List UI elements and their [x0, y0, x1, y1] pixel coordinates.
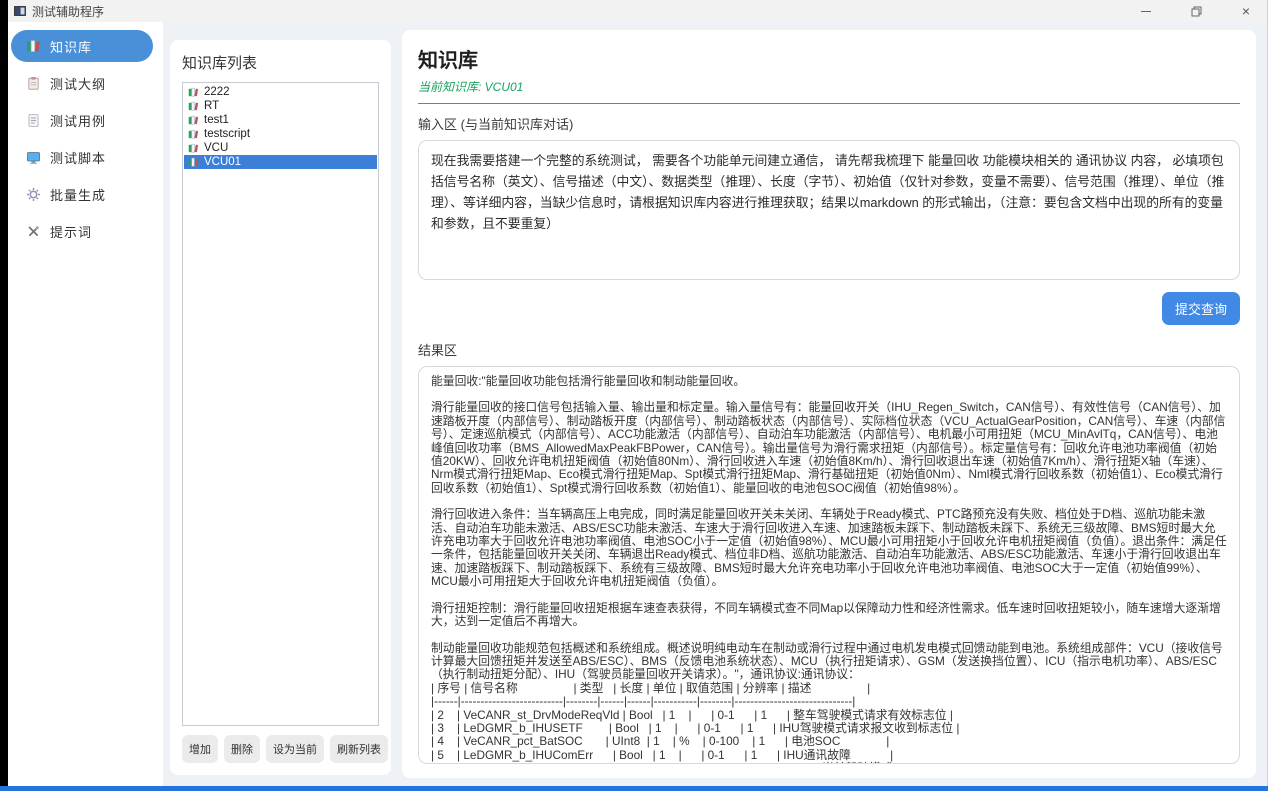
result-paragraph: 制动能量回收功能规范包括概述和系统组成。概述说明纯电动车在制动或滑行过程中通过电… — [431, 642, 1227, 682]
result-paragraph: 滑行扭矩控制：滑行能量回收扭矩根据车速查表获得，不同车辆模式查不同Map以保障动… — [431, 602, 1227, 629]
result-paragraph: 滑行回收进入条件：当车辆高压上电完成，同时满足能量回收开关未关闭、车辆处于Rea… — [431, 508, 1227, 588]
table-line: | 序号 | 信号名称 | 类型 | 长度 | 单位 | 取值范围 | 分辨率 … — [431, 682, 1227, 695]
kb-item-label: VCU — [204, 142, 228, 154]
knowledge-base-list-panel: 知识库列表 2222 RT test1 testscript VCU — [170, 40, 391, 775]
kb-list-item[interactable]: VCU — [184, 141, 377, 155]
sidebar-item-label: 测试用例 — [50, 111, 106, 130]
delete-button[interactable]: 删除 — [224, 735, 260, 763]
gear-icon — [26, 187, 41, 202]
submit-row: 提交查询 — [418, 292, 1240, 325]
result-markdown-table: | 序号 | 信号名称 | 类型 | 长度 | 单位 | 取值范围 | 分辨率 … — [431, 682, 1227, 764]
document-icon — [26, 113, 41, 128]
result-section-label: 结果区 — [418, 340, 1240, 359]
current-kb-label: 当前知识库: VCU01 — [418, 78, 1240, 95]
divider — [418, 103, 1240, 104]
minimize-icon[interactable] — [1135, 0, 1157, 22]
app-icon — [14, 5, 26, 17]
close-icon[interactable]: × — [1235, 0, 1257, 22]
tools-icon — [26, 224, 41, 239]
kb-button-row: 增加 删除 设为当前 刷新列表 — [182, 735, 379, 763]
refresh-list-button[interactable]: 刷新列表 — [330, 735, 388, 763]
sidebar-item-prompt[interactable]: 提示词 — [11, 215, 153, 247]
sidebar: 知识库 测试大纲 测试用例 测试脚本 批量生成 — [8, 22, 163, 786]
result-paragraph: 能量回收:"能量回收功能包括滑行能量回收和制动能量回收。 — [431, 375, 1227, 388]
book-icon — [188, 157, 199, 168]
kb-list-item[interactable]: RT — [184, 99, 377, 113]
bottom-accent-bar — [0, 786, 1268, 791]
kb-item-label: VCU01 — [204, 156, 241, 168]
table-line: | 5 | LeDGMR_b_IHUComErr | Bool | 1 | | … — [431, 749, 1227, 762]
book-icon — [188, 115, 199, 126]
sidebar-item-label: 提示词 — [50, 222, 92, 241]
table-line: | 2 | VeCANR_st_DrvModeReqVld | Bool | 1… — [431, 709, 1227, 722]
sidebar-item-knowledge-base[interactable]: 知识库 — [11, 30, 153, 62]
input-section-label: 输入区 (与当前知识库对话) — [418, 114, 1240, 133]
table-line: | 6 | VeDRMR_st_DrvModeNow | Enum | 1 | … — [431, 762, 1227, 764]
result-paragraph: 滑行能量回收的接口信号包括输入量、输出量和标定量。输入量信号有：能量回收开关（I… — [431, 401, 1227, 495]
sidebar-item-label: 测试大纲 — [50, 74, 106, 93]
window-title: 测试辅助程序 — [32, 3, 104, 20]
result-area[interactable]: 能量回收:"能量回收功能包括滑行能量回收和制动能量回收。 滑行能量回收的接口信号… — [418, 366, 1240, 764]
sidebar-item-test-case[interactable]: 测试用例 — [11, 104, 153, 136]
books-icon — [26, 39, 41, 54]
restore-icon[interactable] — [1185, 0, 1207, 22]
window-controls: × — [1135, 0, 1257, 22]
sidebar-item-label: 知识库 — [50, 37, 92, 56]
titlebar: 测试辅助程序 × — [8, 0, 1267, 22]
kb-item-label: testscript — [204, 128, 250, 140]
book-icon — [188, 87, 199, 98]
set-current-button[interactable]: 设为当前 — [266, 735, 324, 763]
sidebar-item-label: 测试脚本 — [50, 148, 106, 167]
clipboard-icon — [26, 76, 41, 91]
sidebar-item-batch-generate[interactable]: 批量生成 — [11, 178, 153, 210]
submit-query-button[interactable]: 提交查询 — [1162, 292, 1240, 325]
add-button[interactable]: 增加 — [182, 735, 218, 763]
sidebar-item-label: 批量生成 — [50, 185, 106, 204]
kb-listbox[interactable]: 2222 RT test1 testscript VCU VCU01 — [182, 82, 379, 726]
table-line: |------|--------------------------|-----… — [431, 695, 1227, 708]
knowledge-base-main-panel: 知识库 当前知识库: VCU01 输入区 (与当前知识库对话) 现在我需要搭建一… — [402, 30, 1256, 778]
book-icon — [188, 129, 199, 140]
monitor-icon — [26, 150, 41, 165]
query-input[interactable]: 现在我需要搭建一个完整的系统测试， 需要各个功能单元间建立通信， 请先帮我梳理下… — [418, 140, 1240, 280]
table-line: | 4 | VeCANR_pct_BatSOC | UInt8 | 1 | % … — [431, 735, 1227, 748]
kb-list-item[interactable]: 2222 — [184, 85, 377, 99]
kb-item-label: RT — [204, 100, 219, 112]
page-title: 知识库 — [418, 44, 1240, 73]
book-icon — [188, 101, 199, 112]
kb-item-label: 2222 — [204, 86, 230, 98]
kb-list-item[interactable]: test1 — [184, 113, 377, 127]
sidebar-item-test-script[interactable]: 测试脚本 — [11, 141, 153, 173]
kb-item-label: test1 — [204, 114, 229, 126]
book-icon — [188, 143, 199, 154]
kb-list-item[interactable]: testscript — [184, 127, 377, 141]
sidebar-item-test-outline[interactable]: 测试大纲 — [11, 67, 153, 99]
app-window: 测试辅助程序 × 知识库 测试大纲 测试用例 — [8, 0, 1268, 786]
kb-list-title: 知识库列表 — [182, 52, 379, 73]
table-line: | 3 | LeDGMR_b_IHUSETF | Bool | 1 | | 0-… — [431, 722, 1227, 735]
kb-list-item-selected[interactable]: VCU01 — [184, 155, 377, 169]
